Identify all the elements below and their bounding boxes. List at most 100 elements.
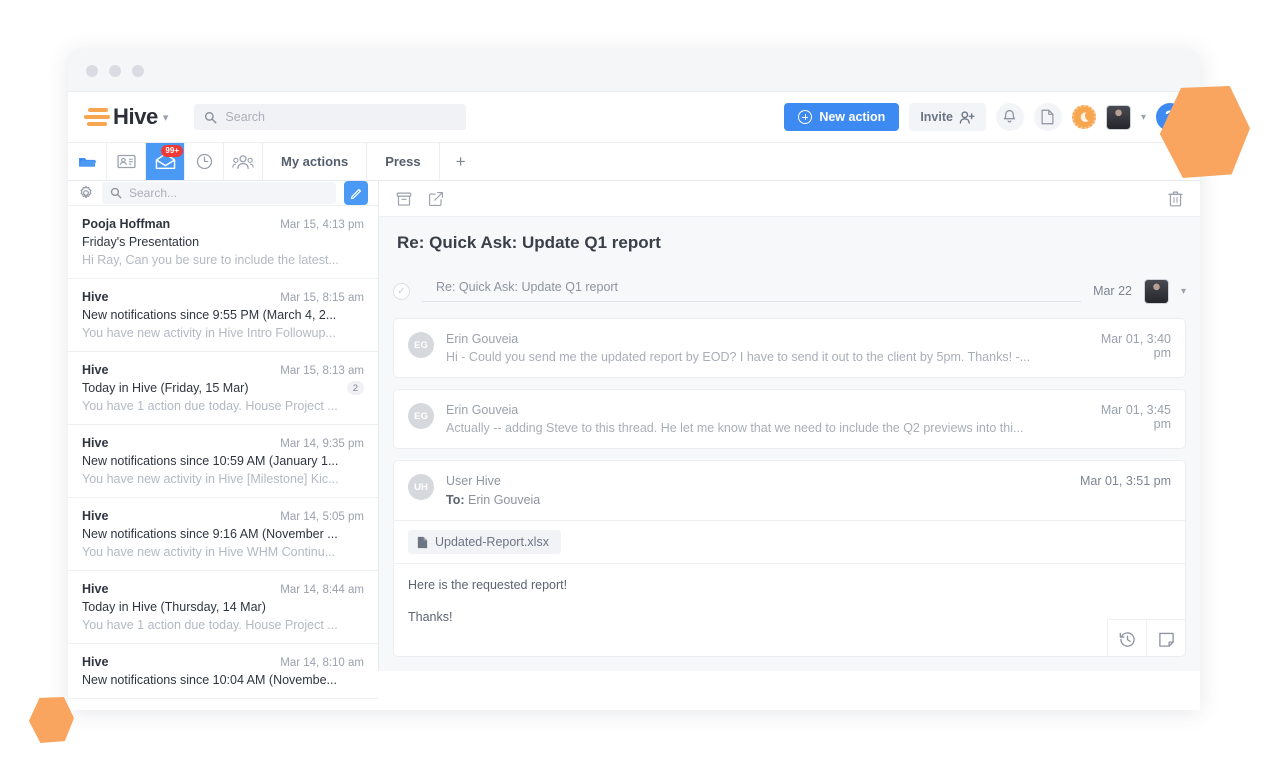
- new-action-button[interactable]: New action: [784, 103, 899, 131]
- avatar: EG: [408, 403, 434, 429]
- trash-icon[interactable]: [1168, 190, 1183, 207]
- list-item[interactable]: Hive Mar 14, 9:35 pm New notifications si…: [68, 425, 378, 498]
- maximize-button[interactable]: [132, 65, 144, 77]
- tab-contacts[interactable]: [107, 143, 146, 180]
- list-item[interactable]: Hive Mar 14, 8:44 am Today in Hive (Thurs…: [68, 571, 378, 644]
- message-sender: Erin Gouveia: [446, 332, 1075, 346]
- tab-people[interactable]: [224, 143, 263, 180]
- thread-date: Mar 22: [1093, 284, 1132, 298]
- mail-thread-count: 2: [347, 381, 364, 395]
- thread-subject-input[interactable]: Re: Quick Ask: Update Q1 report: [422, 280, 1081, 302]
- avatar-chevron-down-icon[interactable]: ▾: [1141, 112, 1146, 123]
- global-search[interactable]: Search: [194, 104, 466, 130]
- message-snippet: Hi - Could you send me the updated repor…: [446, 350, 1075, 364]
- decorative-hexagon-bottom-left: [28, 697, 74, 743]
- contacts-icon: [117, 154, 136, 169]
- list-item[interactable]: Hive Mar 15, 8:15 am New notifications si…: [68, 279, 378, 352]
- mail-date: Mar 15, 8:15 am: [280, 292, 364, 304]
- mail-subject: New notifications since 10:59 AM (Januar…: [82, 454, 338, 468]
- collapsed-message[interactable]: EG Erin Gouveia Actually -- adding Steve…: [393, 389, 1186, 449]
- collapsed-message[interactable]: EG Erin Gouveia Hi - Could you send me t…: [393, 318, 1186, 378]
- minimize-button[interactable]: [109, 65, 121, 77]
- mail-sender: Hive: [82, 290, 108, 304]
- screenshot-stage: Hive ▾ Search New action Invite: [0, 0, 1268, 781]
- mail-sender: Hive: [82, 436, 108, 450]
- mail-list-items: Pooja HoffmanMar 15, 4:13 pm Friday's Pr…: [68, 206, 378, 699]
- to-label: To:: [446, 493, 465, 507]
- invite-button[interactable]: Invite: [909, 103, 986, 131]
- mail-unread-badge: 99+: [161, 145, 183, 157]
- expanded-message-header: UH User Hive To: Erin Gouveia Mar 01, 3:…: [394, 461, 1185, 520]
- list-item[interactable]: HiveMar 14, 5:05 pm New notifications si…: [68, 498, 378, 571]
- tab-strip: 99+ My actions Press +: [68, 142, 1200, 181]
- notifications-bell-button[interactable]: [996, 103, 1024, 131]
- search-icon: [204, 111, 217, 124]
- hive-logo[interactable]: Hive ▾: [84, 104, 168, 130]
- page-title: Re: Quick Ask: Update Q1 report: [379, 217, 1200, 268]
- mail-subject: Today in Hive (Friday, 15 Mar): [82, 381, 249, 395]
- gear-icon[interactable]: [78, 185, 94, 201]
- bell-icon: [1002, 109, 1017, 125]
- mail-sender: Hive: [82, 363, 108, 377]
- history-icon: [1119, 631, 1136, 648]
- mail-preview: You have new activity in Hive Intro Foll…: [82, 326, 364, 340]
- topnav-actions: New action Invite: [784, 103, 1184, 131]
- message-time: Mar 01, 3:40 pm: [1085, 332, 1171, 360]
- attachment-chip[interactable]: Updated-Report.xlsx: [408, 530, 561, 554]
- thread-subject-row: ✓ Re: Quick Ask: Update Q1 report Mar 22…: [379, 268, 1200, 314]
- app-window: Hive ▾ Search New action Invite: [68, 50, 1200, 710]
- invite-label: Invite: [920, 110, 953, 124]
- clock-icon: [196, 153, 213, 170]
- people-icon: [232, 154, 254, 170]
- message-body: Here is the requested report! Thanks!: [394, 563, 1185, 656]
- thread-messages[interactable]: EG Erin Gouveia Hi - Could you send me t…: [379, 314, 1200, 671]
- app-body: Search... Pooja HoffmanMar 15, 4:13 pm F…: [68, 181, 1200, 671]
- assignee-chevron-down-icon[interactable]: ▾: [1181, 286, 1186, 297]
- open-external-icon[interactable]: [428, 191, 444, 207]
- close-button[interactable]: [86, 65, 98, 77]
- list-item[interactable]: HiveMar 14, 8:10 am New notifications si…: [68, 644, 378, 699]
- user-avatar[interactable]: [1106, 105, 1131, 130]
- list-item[interactable]: HiveMar 15, 8:13 am Today in Hive (Frida…: [68, 352, 378, 425]
- avatar: EG: [408, 332, 434, 358]
- list-item[interactable]: Pooja HoffmanMar 15, 4:13 pm Friday's Pr…: [68, 206, 378, 279]
- add-tab-button[interactable]: +: [440, 143, 482, 180]
- message-sender: Erin Gouveia: [446, 403, 1075, 417]
- thread-complete-checkbox[interactable]: ✓: [393, 283, 410, 300]
- history-button[interactable]: [1107, 619, 1146, 657]
- reading-pane: Re: Quick Ask: Update Q1 report ✓ Re: Qu…: [379, 181, 1200, 671]
- tab-folder[interactable]: [68, 143, 107, 180]
- note-icon: [1158, 631, 1175, 648]
- message-snippet: Actually -- adding Steve to this thread.…: [446, 421, 1075, 435]
- search-input-placeholder: Search: [225, 110, 265, 124]
- mail-sender: Hive: [82, 582, 108, 596]
- mail-sender: Hive: [82, 509, 108, 523]
- message-time: Mar 01, 3:51 pm: [1080, 474, 1171, 488]
- note-button[interactable]: [1146, 619, 1185, 657]
- tab-mail[interactable]: 99+: [146, 143, 185, 180]
- compose-button[interactable]: [344, 181, 368, 205]
- attachment-name: Updated-Report.xlsx: [435, 535, 549, 549]
- mail-date: Mar 14, 8:44 am: [280, 584, 364, 596]
- message-time: Mar 01, 3:45 pm: [1085, 403, 1171, 431]
- message-recipients: To: Erin Gouveia: [446, 493, 540, 507]
- avatar: UH: [408, 474, 434, 500]
- mail-subject: New notifications since 9:55 PM (March 4…: [82, 308, 336, 322]
- mail-date: Mar 14, 8:10 am: [280, 657, 364, 669]
- mail-subject: Today in Hive (Thursday, 14 Mar): [82, 600, 266, 614]
- mail-search-input[interactable]: Search...: [102, 182, 336, 204]
- hive-logo-icon: [84, 106, 110, 128]
- pencil-icon: [350, 187, 363, 200]
- mail-date: Mar 14, 9:35 pm: [280, 438, 364, 450]
- mail-date: Mar 15, 4:13 pm: [280, 219, 364, 231]
- tab-press[interactable]: Press: [367, 143, 439, 180]
- tab-clock[interactable]: [185, 143, 224, 180]
- archive-icon[interactable]: [396, 191, 412, 207]
- body-line-1: Here is the requested report!: [408, 578, 1171, 592]
- tab-my-actions[interactable]: My actions: [263, 143, 367, 180]
- thread-assignee-avatar[interactable]: [1144, 279, 1169, 304]
- documents-button[interactable]: [1034, 103, 1062, 131]
- coin-icon[interactable]: [1072, 105, 1096, 129]
- mail-preview: You have new activity in Hive [Milestone…: [82, 472, 364, 486]
- chevron-down-icon[interactable]: ▾: [163, 111, 169, 124]
